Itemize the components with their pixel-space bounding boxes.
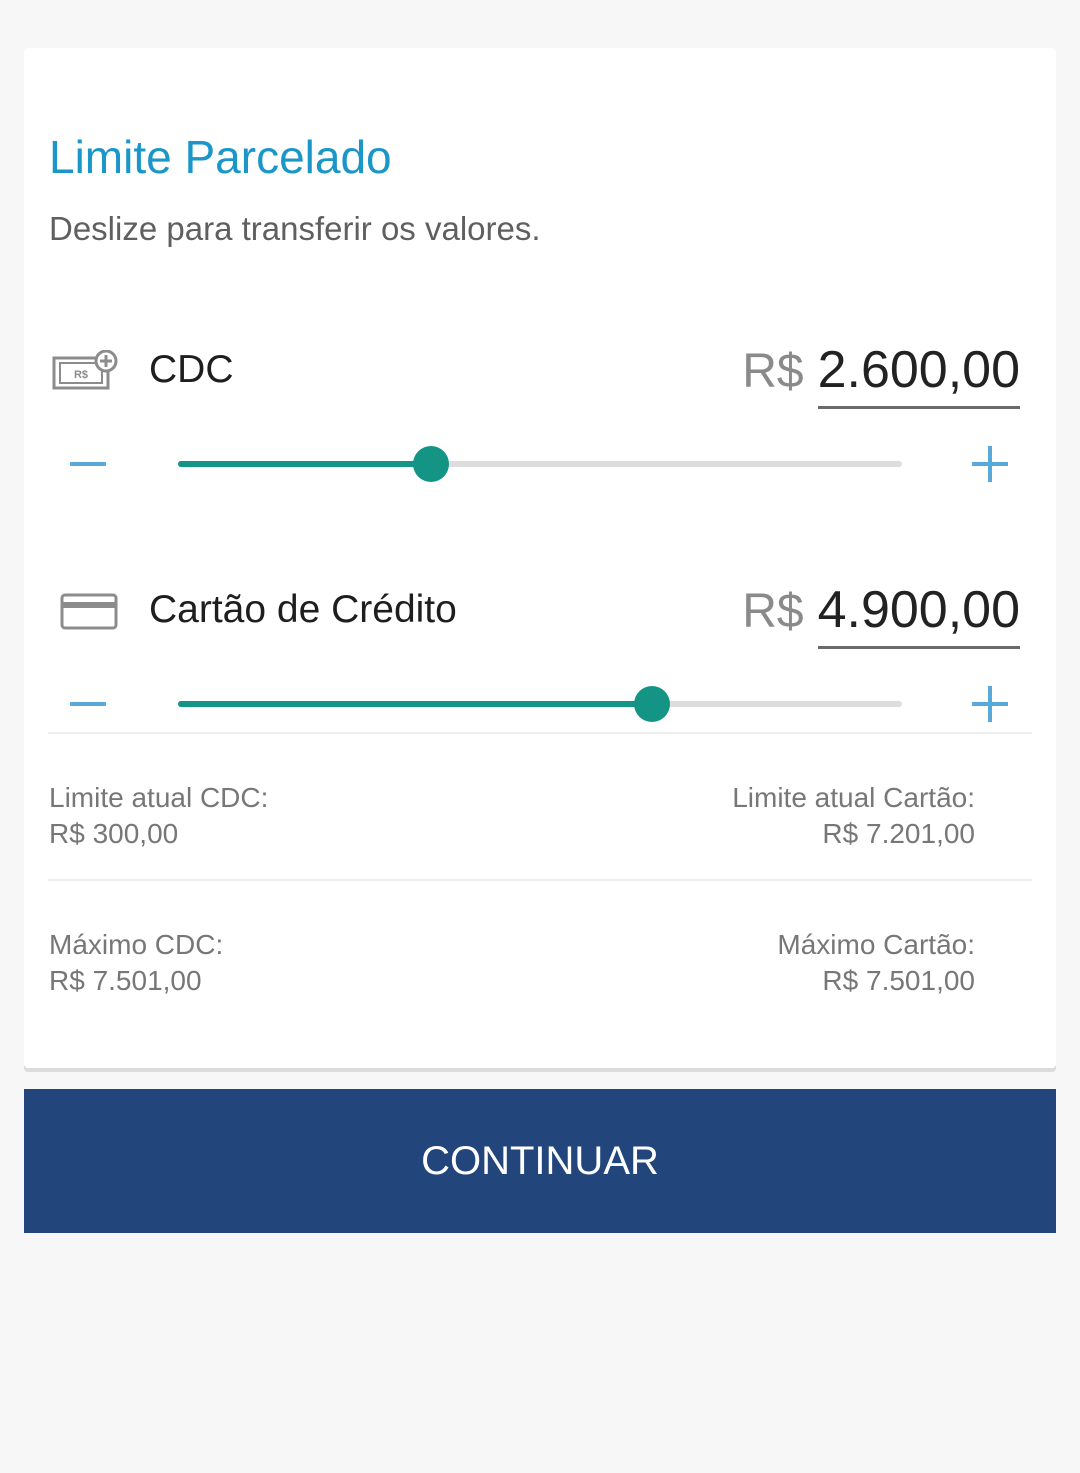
max-card-info: Máximo Cartão: R$ 7.501,00 bbox=[777, 927, 975, 999]
max-cdc-info: Máximo CDC: R$ 7.501,00 bbox=[49, 927, 223, 999]
divider bbox=[48, 879, 1032, 881]
card-label: Cartão de Crédito bbox=[149, 588, 457, 631]
card-slider-fill bbox=[178, 701, 653, 707]
limit-card: Limite Parcelado Deslize para transferir… bbox=[24, 48, 1056, 1068]
cdc-slider[interactable] bbox=[178, 446, 902, 482]
credit-card-icon bbox=[60, 593, 118, 630]
cdc-amount: R$ 2.600,00 bbox=[742, 340, 1020, 409]
cdc-slider-thumb[interactable] bbox=[413, 446, 450, 482]
max-cdc-label: Máximo CDC: bbox=[49, 929, 224, 960]
card-slider[interactable] bbox=[178, 686, 902, 722]
current-cdc-value: R$ 300,00 bbox=[49, 818, 179, 849]
card-currency: R$ bbox=[742, 585, 804, 638]
divider bbox=[48, 732, 1032, 734]
current-cdc-info: Limite atual CDC: R$ 300,00 bbox=[49, 780, 268, 852]
cdc-label: CDC bbox=[149, 348, 234, 391]
card-slider-thumb[interactable] bbox=[634, 686, 671, 722]
cdc-value-input[interactable]: 2.600,00 bbox=[817, 340, 1020, 409]
card-value-input[interactable]: 4.900,00 bbox=[817, 580, 1020, 649]
cdc-increase-button[interactable] bbox=[972, 446, 1008, 482]
cdc-slider-fill bbox=[178, 461, 432, 467]
max-card-label: Máximo Cartão: bbox=[777, 929, 975, 960]
money-badge-text: R$ bbox=[74, 369, 88, 381]
cdc-decrease-button[interactable] bbox=[70, 462, 106, 466]
card-increase-button[interactable] bbox=[972, 686, 1008, 722]
cdc-currency: R$ bbox=[742, 345, 804, 398]
max-card-value: R$ 7.501,00 bbox=[822, 965, 975, 996]
card-amount: R$ 4.900,00 bbox=[742, 580, 1020, 649]
current-card-info: Limite atual Cartão: R$ 7.201,00 bbox=[732, 780, 975, 852]
money-add-icon: R$ bbox=[52, 350, 118, 390]
page-title: Limite Parcelado bbox=[49, 131, 392, 183]
page-subtitle: Deslize para transferir os valores. bbox=[49, 210, 541, 247]
current-card-label: Limite atual Cartão: bbox=[732, 782, 975, 813]
card-decrease-button[interactable] bbox=[70, 702, 106, 706]
current-card-value: R$ 7.201,00 bbox=[822, 818, 975, 849]
continue-button[interactable]: CONTINUAR bbox=[24, 1089, 1056, 1233]
max-cdc-value: R$ 7.501,00 bbox=[49, 965, 202, 996]
current-cdc-label: Limite atual CDC: bbox=[49, 782, 269, 813]
